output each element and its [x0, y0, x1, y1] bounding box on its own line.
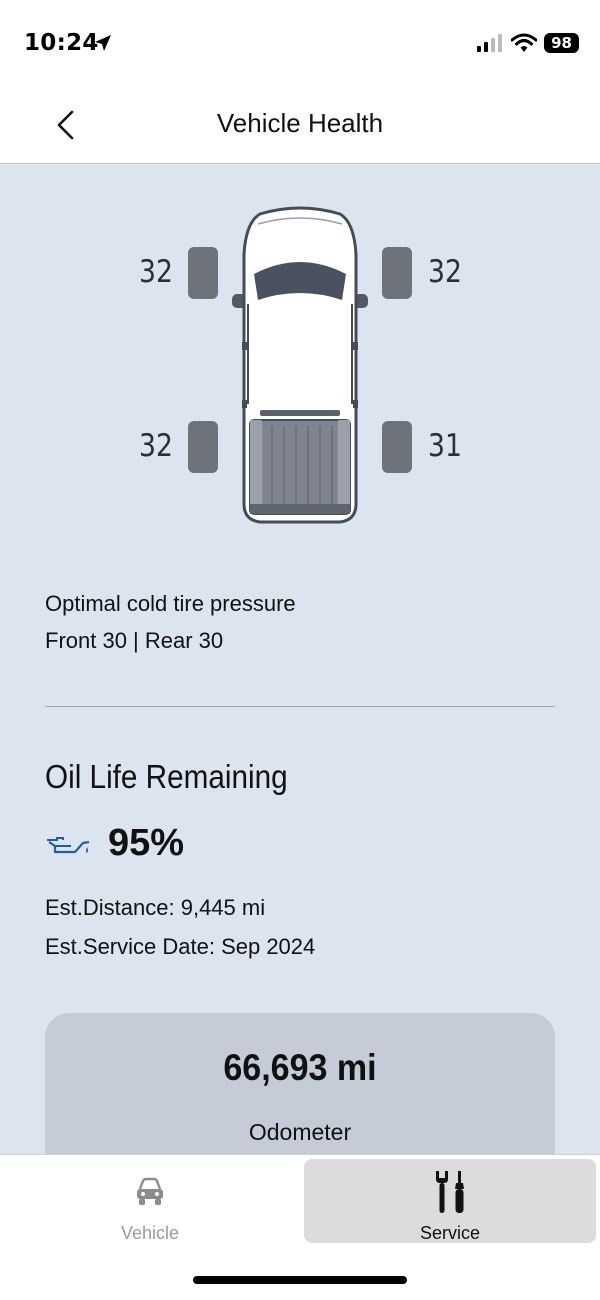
odometer-card: 66,693 mi Odometer [45, 1013, 555, 1173]
tab-service-label: Service [419, 1223, 481, 1243]
tire-rear-left [188, 421, 218, 473]
oil-can-icon [47, 837, 90, 854]
battery-icon: 98 [544, 33, 579, 53]
optimal-tire-pressure-values: Front 30 | Rear 30 [45, 628, 224, 653]
nav-header: Vehicle Health [0, 86, 600, 164]
oil-life-title: Oil Life Remaining [45, 758, 288, 795]
oil-est-service-date: Est.Service Date: Sep 2024 [45, 934, 316, 959]
oil-est-distance: Est.Distance: 9,445 mi [45, 895, 266, 920]
car-icon [137, 1177, 163, 1205]
optimal-tire-pressure-label: Optimal cold tire pressure [45, 591, 296, 616]
tire-pressure-front-right: 32 [428, 254, 462, 290]
tire-pressure-rear-right: 31 [428, 428, 462, 464]
status-time: 10:24 [24, 30, 99, 56]
tire-rear-right [382, 421, 412, 473]
truck-illustration [232, 206, 368, 524]
tire-pressure-front-left: 32 [139, 254, 173, 290]
cellular-signal-icon [477, 34, 502, 52]
wifi-icon [511, 33, 537, 52]
tire-front-right [382, 247, 412, 299]
location-arrow-icon [95, 35, 111, 51]
divider [45, 706, 555, 707]
tab-vehicle[interactable]: Vehicle [0, 1159, 300, 1243]
tab-vehicle-label: Vehicle [120, 1223, 180, 1243]
tire-pressure-rear-left: 32 [139, 428, 173, 464]
page-title: Vehicle Health [216, 108, 384, 138]
vehicle-health-content: 32 32 32 31 Optimal cold tire pressure F… [0, 164, 600, 1173]
odometer-value: 66,693 mi [223, 1047, 377, 1088]
home-indicator [193, 1276, 407, 1284]
status-bar: 10:24 98 [0, 0, 600, 86]
tab-service[interactable]: Service [304, 1159, 596, 1243]
oil-life-percent: 95% [108, 822, 185, 864]
odometer-label: Odometer [248, 1119, 352, 1145]
wrench-screwdriver-icon [436, 1171, 464, 1213]
tire-front-left [188, 247, 218, 299]
tab-bar: Vehicle Service [0, 1154, 600, 1300]
